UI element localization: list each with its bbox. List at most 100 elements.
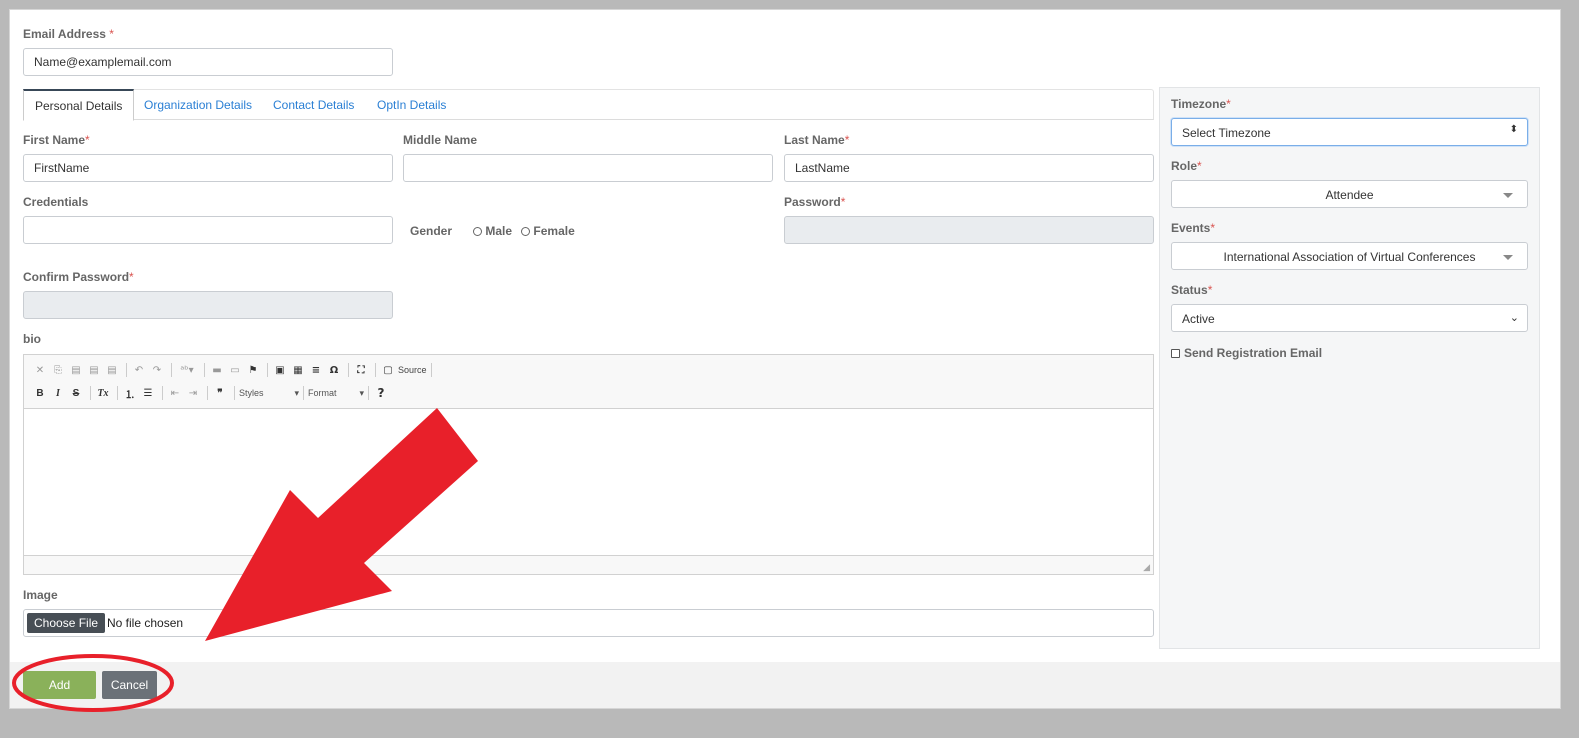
detail-tabs: Personal Details Organization Details Co… (23, 89, 1154, 121)
email-label: Email Address * (23, 27, 114, 41)
bio-label: bio (23, 332, 41, 346)
events-label: Events* (1171, 221, 1216, 235)
toolbar-separator (162, 386, 163, 400)
numbered-list-icon[interactable]: ⒈ (122, 386, 138, 401)
last-name-label: Last Name* (784, 133, 850, 147)
source-icon[interactable]: ▢ (380, 365, 396, 376)
link-icon[interactable]: ▬ (209, 365, 225, 376)
toolbar-separator (348, 363, 349, 377)
tab-optin-details[interactable]: OptIn Details (366, 90, 457, 121)
radio-male[interactable] (473, 227, 483, 236)
status-select[interactable]: Active ⌄ (1171, 304, 1528, 332)
status-label: Status* (1171, 283, 1213, 297)
confirm-password-label: Confirm Password* (23, 270, 134, 284)
undo-icon[interactable]: ↶ (131, 365, 147, 376)
gender-male-option[interactable]: Male (473, 224, 512, 238)
caret-down-icon (1503, 255, 1513, 260)
editor-status-bar: ◢ (24, 555, 1153, 574)
form-actions-bar: Add Cancel (10, 662, 1560, 708)
image-label: Image (23, 588, 58, 602)
paste-text-icon[interactable]: ▤ (86, 365, 102, 376)
outdent-icon[interactable]: ⇤ (167, 388, 183, 399)
toolbar-separator (234, 386, 235, 400)
toolbar-separator (204, 363, 205, 377)
updown-caret-icon: ⬍ (1509, 124, 1518, 135)
bio-editor-content[interactable] (24, 409, 1153, 555)
toolbar-row-2: B I S Tx ⒈ ☰ ⇤ ⇥ ❞ Styles ▾ Format ▾ ? (32, 383, 391, 403)
horizontal-line-icon[interactable]: ≡ (308, 365, 324, 376)
anchor-flag-icon[interactable]: ⚑ (245, 365, 261, 376)
registration-form: Email Address * Name@examplemail.com Per… (9, 9, 1561, 709)
cancel-button[interactable]: Cancel (102, 671, 157, 699)
toolbar-row-1: ✕ ⎘ ▤ ▤ ▤ ↶ ↷ ᵃᵇ▾ ▬ ▭ ⚑ ▣ ▦ ≡ Ω ⛶ ▢ Sour… (32, 360, 436, 380)
source-button-label[interactable]: Source (398, 365, 427, 375)
chevron-down-icon: ⌄ (1509, 312, 1519, 324)
gender-label: Gender (410, 224, 453, 238)
toolbar-separator (368, 386, 369, 400)
spellcheck-icon[interactable]: ᵃᵇ▾ (176, 365, 198, 376)
role-label: Role* (1171, 159, 1202, 173)
indent-icon[interactable]: ⇥ (185, 388, 201, 399)
role-select[interactable]: Attendee (1171, 180, 1528, 208)
toolbar-separator (303, 386, 304, 400)
toolbar-separator (117, 386, 118, 400)
table-icon[interactable]: ▦ (290, 365, 306, 376)
caret-down-icon (1503, 193, 1513, 198)
send-registration-email-option[interactable]: Send Registration Email (1171, 346, 1322, 360)
copy-icon[interactable]: ⎘ (50, 365, 66, 376)
toolbar-separator (430, 363, 432, 377)
add-button[interactable]: Add (23, 671, 96, 699)
password-input[interactable] (784, 216, 1154, 244)
image-icon[interactable]: ▣ (272, 365, 288, 376)
tab-personal-details[interactable]: Personal Details (23, 89, 135, 121)
styles-dropdown[interactable]: Styles ▾ (239, 388, 299, 399)
first-name-input[interactable]: FirstName (23, 154, 393, 182)
timezone-select[interactable]: Select Timezone ⬍ (1171, 118, 1528, 146)
confirm-password-input[interactable] (23, 291, 393, 319)
send-email-checkbox[interactable] (1171, 349, 1180, 358)
bold-icon[interactable]: B (32, 388, 48, 399)
toolbar-separator (171, 363, 172, 377)
middle-name-input[interactable] (403, 154, 773, 182)
strikethrough-icon[interactable]: S (68, 388, 84, 399)
remove-format-icon[interactable]: Tx (95, 388, 111, 399)
events-select[interactable]: International Association of Virtual Con… (1171, 242, 1528, 270)
special-char-icon[interactable]: Ω (326, 365, 342, 376)
editor-toolbar: ✕ ⎘ ▤ ▤ ▤ ↶ ↷ ᵃᵇ▾ ▬ ▭ ⚑ ▣ ▦ ≡ Ω ⛶ ▢ Sour… (24, 355, 1153, 409)
help-icon[interactable]: ? (373, 386, 389, 400)
first-name-label: First Name* (23, 133, 90, 147)
settings-sidebar: Timezone* Select Timezone ⬍ Role* Attend… (1159, 87, 1540, 649)
toolbar-separator (207, 386, 208, 400)
radio-female[interactable] (521, 227, 531, 236)
italic-icon[interactable]: I (50, 388, 66, 399)
paste-word-icon[interactable]: ▤ (104, 365, 120, 376)
tab-organization-details[interactable]: Organization Details (133, 90, 263, 121)
credentials-input[interactable] (23, 216, 393, 244)
last-name-input[interactable]: LastName (784, 154, 1154, 182)
email-input[interactable]: Name@examplemail.com (23, 48, 393, 76)
gender-female-option[interactable]: Female (521, 224, 575, 238)
choose-file-button[interactable]: Choose File (27, 613, 106, 633)
maximize-icon[interactable]: ⛶ (353, 365, 369, 376)
toolbar-separator (126, 363, 127, 377)
toolbar-separator (267, 363, 268, 377)
format-dropdown[interactable]: Format ▾ (308, 388, 364, 399)
blockquote-icon[interactable]: ❞ (212, 388, 228, 399)
toolbar-separator (90, 386, 91, 400)
credentials-label: Credentials (23, 195, 89, 209)
resize-handle-icon[interactable]: ◢ (1143, 562, 1150, 573)
password-label: Password* (784, 195, 846, 209)
timezone-label: Timezone* (1171, 97, 1231, 111)
cut-icon[interactable]: ✕ (32, 365, 48, 376)
middle-name-label: Middle Name (403, 133, 478, 147)
tab-contact-details[interactable]: Contact Details (262, 90, 365, 121)
bio-editor: ✕ ⎘ ▤ ▤ ▤ ↶ ↷ ᵃᵇ▾ ▬ ▭ ⚑ ▣ ▦ ≡ Ω ⛶ ▢ Sour… (23, 354, 1154, 575)
unlink-icon[interactable]: ▭ (227, 365, 243, 376)
paste-icon[interactable]: ▤ (68, 365, 84, 376)
toolbar-separator (375, 363, 376, 377)
bulleted-list-icon[interactable]: ☰ (140, 388, 156, 399)
image-file-input[interactable]: Choose File No file chosen (23, 609, 1154, 637)
redo-icon[interactable]: ↷ (149, 365, 165, 376)
gender-group: Gender Male Female (410, 224, 575, 238)
file-status-text: No file chosen (107, 616, 184, 630)
